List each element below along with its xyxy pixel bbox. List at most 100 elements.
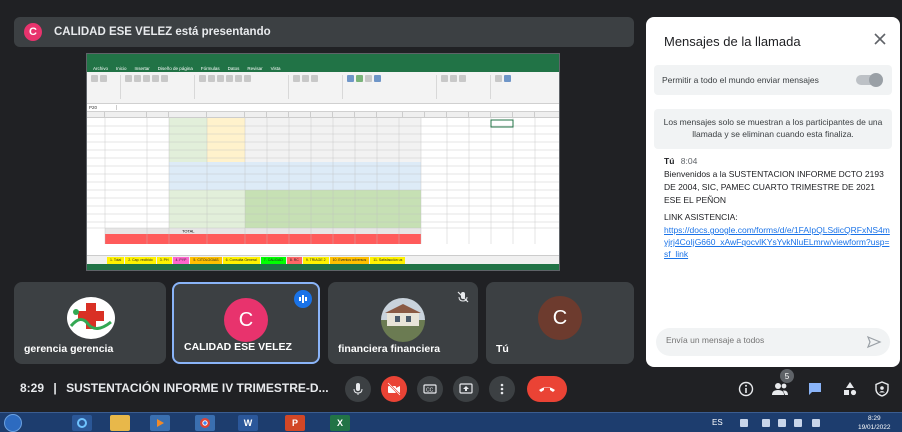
excel-formula-bar: P20 <box>87 104 559 112</box>
shared-screen[interactable]: Archivo Inicio Insertar Diseño de página Fór… <box>86 53 560 271</box>
participant-name: gerencia gerencia <box>24 343 114 355</box>
tray-arrow-icon[interactable] <box>740 419 748 427</box>
financiera-photo-avatar <box>381 298 425 342</box>
participant-tile-calidad[interactable]: C CALIDAD ESE VELEZ <box>172 282 320 364</box>
speaking-indicator-icon <box>294 290 312 308</box>
info-icon <box>738 381 754 397</box>
word-taskbar-icon[interactable]: W <box>238 415 258 431</box>
more-options-icon <box>500 383 504 395</box>
chat-input-box[interactable] <box>656 328 890 356</box>
mic-icon <box>353 383 363 395</box>
attendance-link[interactable]: https://docs.google.com/forms/d/e/1FAIpQ… <box>664 224 892 260</box>
start-button[interactable] <box>4 414 22 432</box>
mic-off-icon <box>457 291 469 303</box>
camera-off-icon <box>387 382 401 396</box>
taskbar-clock[interactable]: 8:29 19/01/2022 <box>858 414 891 432</box>
excel-sheet-tab: 10. Eventos adversos <box>329 256 370 264</box>
participant-tile-financiera[interactable]: financiera financiera <box>328 282 478 364</box>
excel-sheet-tab: 5. CITOLOGIAS <box>190 256 222 264</box>
participant-name: Tú <box>496 343 509 355</box>
svg-text:CC: CC <box>426 388 434 394</box>
activities-button[interactable] <box>840 379 860 399</box>
excel-menu-tab: Datos <box>227 65 240 71</box>
info-button[interactable] <box>736 379 756 399</box>
chat-button[interactable] <box>805 379 825 399</box>
participant-avatar: C <box>538 296 582 340</box>
meeting-separator: | <box>53 381 57 395</box>
captions-icon: CC <box>423 384 437 394</box>
excel-menu-tab: Insertar <box>134 65 150 71</box>
chat-title: Mensajes de la llamada <box>664 34 801 49</box>
excel-total-label: TOTAL <box>182 229 195 234</box>
people-icon <box>772 383 788 395</box>
message-sender: Tú <box>664 156 675 166</box>
allow-messages-toggle[interactable] <box>856 73 883 87</box>
safety-icon <box>875 381 889 397</box>
network-icon[interactable] <box>794 419 802 427</box>
message-time: 8:04 <box>680 156 698 166</box>
language-indicator[interactable]: ES <box>712 418 723 427</box>
presenting-label: CALIDAD ESE VELEZ está presentando <box>54 26 271 38</box>
volume-icon[interactable] <box>812 419 820 427</box>
activities-icon <box>844 382 857 396</box>
people-button[interactable] <box>770 379 790 399</box>
mic-button[interactable] <box>345 376 371 402</box>
excel-menu-tab: Archivo <box>93 65 109 71</box>
excel-sheet-tab: 7. CALIDAD <box>260 256 286 264</box>
safety-button[interactable] <box>872 379 892 399</box>
send-icon[interactable] <box>866 334 882 350</box>
meeting-info: 8:29 | SUSTENTACIÓN INFORME IV TRIMESTRE… <box>20 381 329 395</box>
excel-ribbon <box>87 72 559 104</box>
excel-sheet-tabs: 1. Total 2. Cap. recibido 3. PH 4. PYP 5. CI… <box>87 255 559 264</box>
explorer-taskbar-icon[interactable] <box>110 415 130 431</box>
clock-date: 19/01/2022 <box>858 424 891 431</box>
excel-sheet-tab: 1. Total <box>107 256 125 264</box>
chat-icon <box>809 383 821 395</box>
more-options-button[interactable] <box>489 376 515 402</box>
message-meta: Tú 8:04 <box>664 156 697 166</box>
presenting-banner: C CALIDAD ESE VELEZ está presentando <box>14 17 634 47</box>
excel-sheet-tab: 6. Consulta General <box>222 256 260 264</box>
hangup-icon <box>539 387 555 392</box>
chat-info-notice: Los mensajes solo se muestran a los part… <box>654 109 892 149</box>
clock-time: 8:29 <box>867 415 881 422</box>
excel-menu-tab: Revisar <box>247 65 263 71</box>
allow-messages-label: Permitir a todo el mundo enviar mensajes <box>662 75 819 85</box>
excel-name-box: P20 <box>87 105 117 110</box>
excel-menu-tab: Diseño de página <box>157 65 193 71</box>
excel-menu-tab: Vista <box>270 65 281 71</box>
excel-sheet-tab: 3. PH <box>156 256 172 264</box>
excel-status-bar <box>87 264 559 270</box>
excel-menu-tab: Fórmulas <box>200 65 220 71</box>
ie-taskbar-icon[interactable] <box>72 415 92 431</box>
participant-tile-gerencia[interactable]: gerencia gerencia <box>14 282 166 364</box>
close-icon[interactable] <box>872 31 888 47</box>
participant-tile-self[interactable]: C Tú <box>486 282 634 364</box>
excel-sheet-tab: 9. TRIAGE 2 <box>302 256 329 264</box>
message-body: Bienvenidos a la SUSTENTACION INFORME DC… <box>664 169 884 205</box>
chat-panel: Mensajes de la llamada Permitir a todo e… <box>646 17 900 367</box>
excel-taskbar-icon[interactable]: X <box>330 415 350 431</box>
excel-menu-tabs: Archivo Inicio Insertar Diseño de página Fór… <box>87 64 559 72</box>
gerencia-logo-icon <box>67 297 115 339</box>
captions-button[interactable]: CC <box>417 376 443 402</box>
excel-sheet-tab: 8. RC <box>286 256 302 264</box>
present-icon <box>459 383 473 394</box>
hangup-button[interactable] <box>527 376 567 402</box>
participant-avatar: C <box>224 298 268 342</box>
windows-taskbar: W P X ES 8:29 19/01/2022 <box>0 412 902 432</box>
excel-sheet-tab: 2. Cap. recibido <box>125 256 156 264</box>
meeting-title: SUSTENTACIÓN INFORME IV TRIMESTRE-D... <box>66 381 329 395</box>
meeting-time: 8:29 <box>20 381 45 395</box>
present-button[interactable] <box>453 376 479 402</box>
excel-spreadsheet-grid: TOTAL <box>87 118 559 244</box>
chat-message-input[interactable] <box>666 335 856 345</box>
presenter-avatar: C <box>24 23 42 41</box>
camera-button[interactable] <box>381 376 407 402</box>
chrome-taskbar-icon[interactable] <box>195 415 215 431</box>
display-icon[interactable] <box>778 419 786 427</box>
flag-icon[interactable] <box>762 419 770 427</box>
powerpoint-taskbar-icon[interactable]: P <box>285 415 305 431</box>
media-taskbar-icon[interactable] <box>150 415 170 431</box>
excel-sheet-tab: 4. PYP <box>172 256 190 264</box>
